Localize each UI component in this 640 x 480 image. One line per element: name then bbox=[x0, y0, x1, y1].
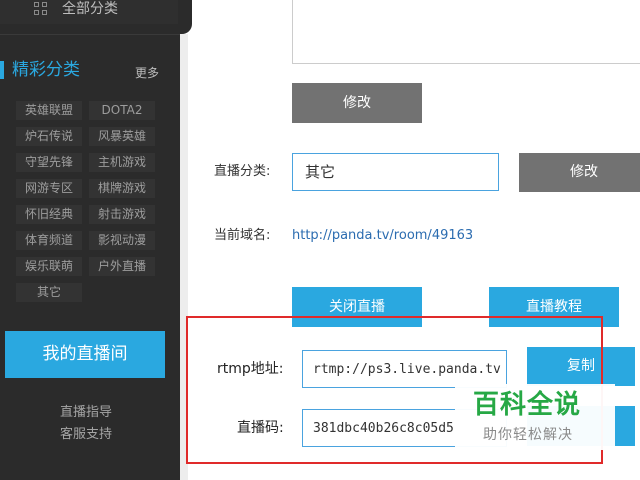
domain-url-link[interactable]: http://panda.tv/room/49163 bbox=[292, 227, 473, 245]
category-label: 直播分类: bbox=[214, 164, 271, 179]
domain-label: 当前域名: bbox=[214, 228, 271, 243]
category-tag[interactable]: 射击游戏 bbox=[89, 205, 155, 224]
category-tag[interactable]: 户外直播 bbox=[89, 257, 155, 276]
category-tag[interactable]: 英雄联盟 bbox=[16, 101, 82, 120]
customer-support-link[interactable]: 客服支持 bbox=[0, 426, 172, 444]
category-tag[interactable]: 体育频道 bbox=[16, 231, 82, 250]
sidebar-notch bbox=[178, 0, 192, 34]
all-categories-nav[interactable]: 全部分类 bbox=[0, 0, 180, 24]
sidebar-divider bbox=[0, 34, 180, 35]
watermark-subtitle: 助你轻松解决 bbox=[483, 427, 573, 443]
sidebar: 全部分类 精彩分类 更多 英雄联盟 DOTA2 炉石传说 风暴英雄 守望先锋 主… bbox=[0, 0, 180, 480]
category-tag[interactable]: 娱乐联萌 bbox=[16, 257, 82, 276]
my-live-room-button[interactable]: 我的直播间 bbox=[5, 331, 165, 378]
modify-description-button[interactable]: 修改 bbox=[292, 83, 422, 123]
category-tag[interactable]: 守望先锋 bbox=[16, 153, 82, 172]
watermark: 百科全说 助你轻松解决 bbox=[455, 384, 615, 450]
all-categories-label: 全部分类 bbox=[62, 1, 118, 17]
grid-icon bbox=[34, 2, 48, 16]
category-tag[interactable]: 怀旧经典 bbox=[16, 205, 82, 224]
category-tag[interactable]: 网游专区 bbox=[16, 179, 82, 198]
category-tag[interactable]: DOTA2 bbox=[89, 101, 155, 120]
category-input[interactable]: 其它 bbox=[292, 153, 499, 191]
more-link[interactable]: 更多 bbox=[135, 65, 159, 81]
modify-category-button[interactable]: 修改 bbox=[519, 153, 640, 192]
category-tag[interactable]: 主机游戏 bbox=[89, 153, 155, 172]
featured-categories-title: 精彩分类 bbox=[12, 60, 80, 80]
category-tag[interactable]: 其它 bbox=[16, 283, 82, 302]
category-tag[interactable]: 棋牌游戏 bbox=[89, 179, 155, 198]
live-guide-link[interactable]: 直播指导 bbox=[0, 404, 172, 422]
category-tag[interactable]: 炉石传说 bbox=[16, 127, 82, 146]
category-tag[interactable]: 影视动漫 bbox=[89, 231, 155, 250]
watermark-title: 百科全说 bbox=[473, 390, 582, 420]
description-textarea[interactable] bbox=[292, 0, 640, 64]
section-marker bbox=[0, 61, 4, 79]
category-tag[interactable]: 风暴英雄 bbox=[89, 127, 155, 146]
